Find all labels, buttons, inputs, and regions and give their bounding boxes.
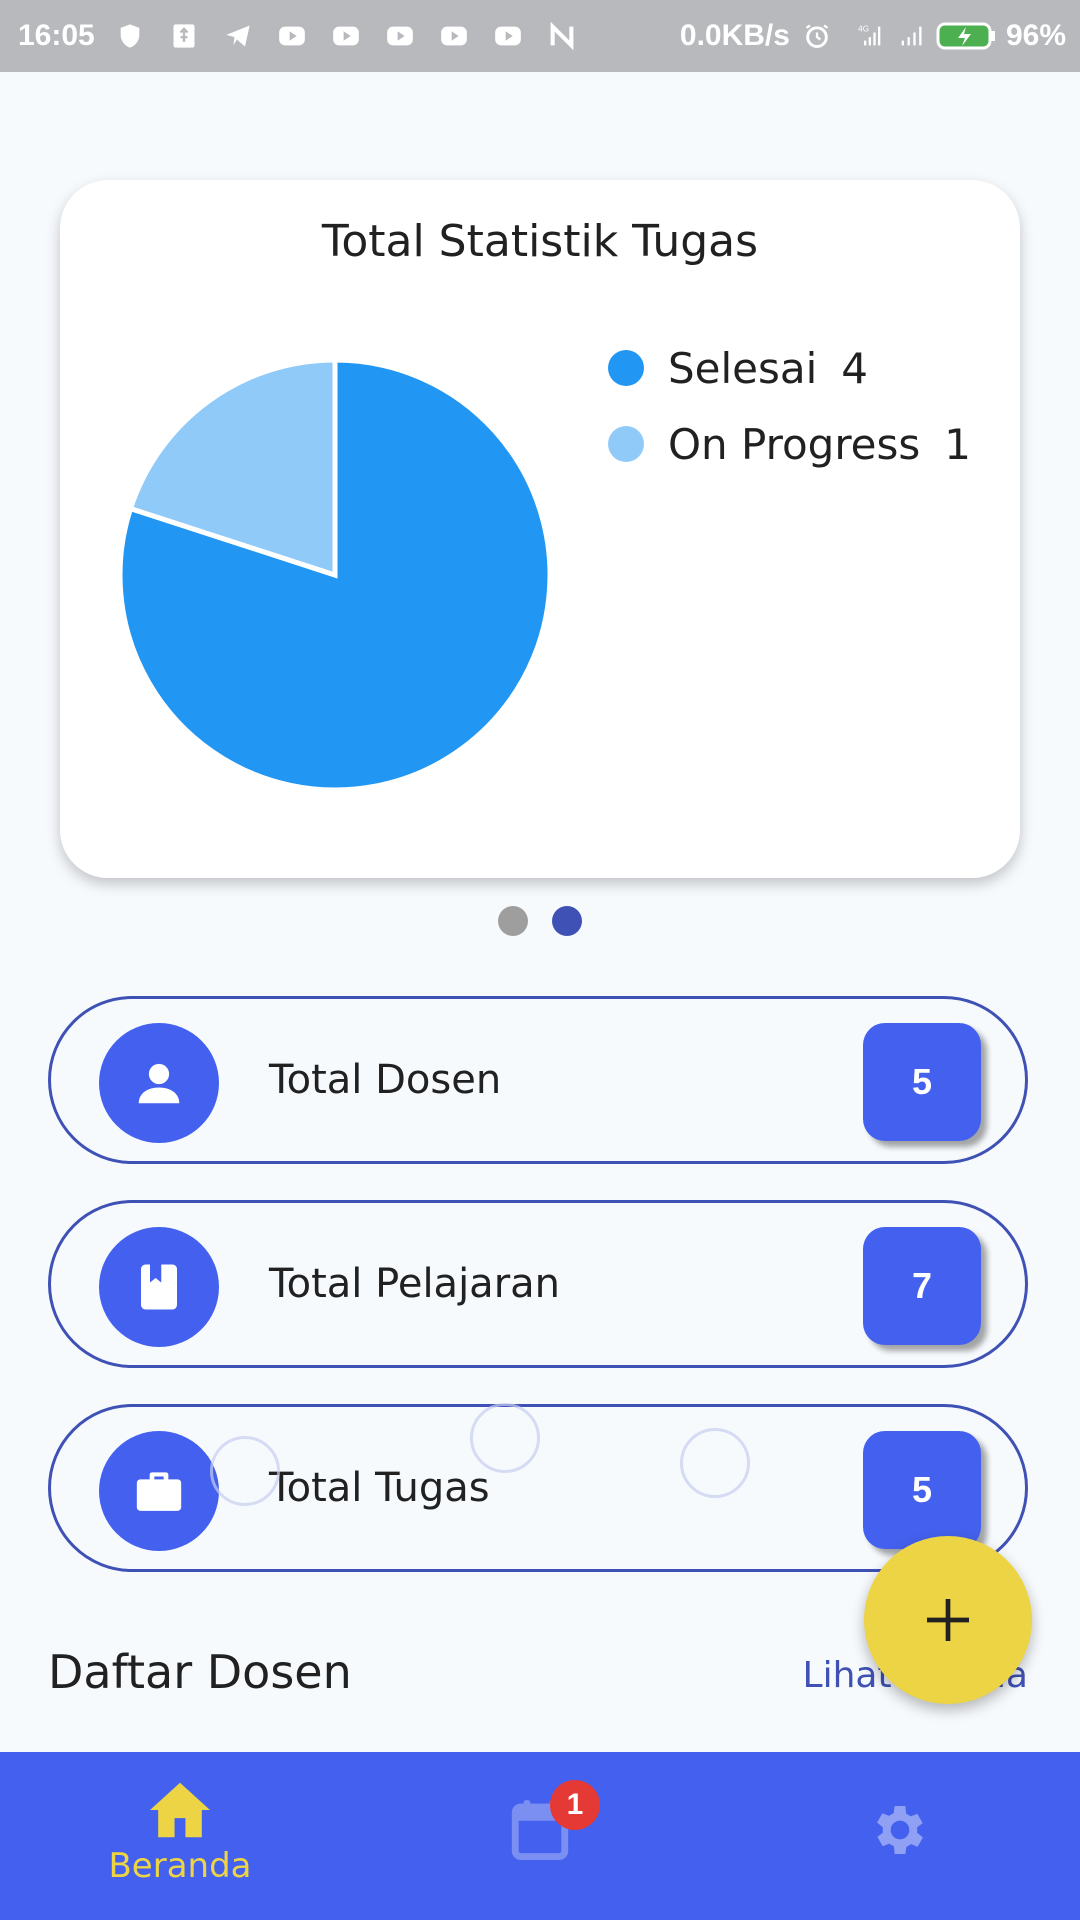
signal-icon (901, 26, 922, 46)
nav-item-settings[interactable] (840, 1752, 960, 1920)
stat-count: 5 (863, 1431, 981, 1549)
usb-icon (173, 24, 195, 48)
legend-item-selesai: Selesai 4 (608, 330, 971, 406)
ripple-decoration (210, 1436, 280, 1506)
briefcase-icon (99, 1431, 219, 1551)
legend-count: 4 (841, 343, 869, 393)
nav-item-beranda[interactable]: Beranda (100, 1752, 260, 1920)
carousel-dot[interactable] (498, 906, 528, 936)
battery-level: 96% (1005, 19, 1066, 52)
gear-icon (877, 1806, 923, 1854)
youtube-icon (440, 26, 467, 46)
stat-label: Total Tugas (269, 1465, 490, 1511)
alarm-icon (805, 24, 829, 48)
network-type: 4G (858, 24, 869, 33)
pie-chart (120, 360, 550, 790)
chart-legend: Selesai 4 On Progress 1 (608, 330, 971, 482)
carousel-indicator (0, 906, 1080, 936)
youtube-icon (494, 26, 521, 46)
signal-4g-icon: 4G (858, 24, 881, 46)
person-icon (99, 1023, 219, 1143)
legend-label: Selesai (668, 343, 818, 393)
section-title: Daftar Dosen (48, 1645, 352, 1699)
plus-icon (927, 1599, 969, 1641)
book-icon (99, 1227, 219, 1347)
youtube-icon (278, 26, 305, 46)
network-speed: 0.0KB/s (679, 19, 790, 52)
carousel-dot-active[interactable] (552, 906, 582, 936)
ripple-decoration (680, 1428, 750, 1498)
legend-swatch (608, 350, 644, 386)
home-icon (150, 1782, 210, 1838)
nfc-icon (550, 22, 574, 50)
stat-label: Total Pelajaran (269, 1261, 560, 1307)
stat-count: 5 (863, 1023, 981, 1141)
bottom-navigation: Beranda (0, 1752, 1080, 1920)
legend-count: 1 (944, 419, 972, 469)
stat-total-dosen[interactable]: Total Dosen 5 (48, 996, 1028, 1164)
telegram-icon (226, 25, 250, 47)
status-bar: 16:05 0.0KB/s 4G 96% (0, 0, 1080, 72)
ripple-decoration (470, 1403, 540, 1473)
statistics-card[interactable]: Total Statistik Tugas Selesai 4 On Progr… (60, 180, 1020, 878)
legend-item-on-progress: On Progress 1 (608, 406, 971, 482)
legend-label: On Progress (668, 419, 921, 469)
nav-label: Beranda (108, 1846, 252, 1886)
status-time: 16:05 (18, 19, 95, 52)
nav-item-calendar[interactable] (480, 1752, 600, 1920)
stat-label: Total Dosen (269, 1057, 502, 1103)
youtube-icon (332, 26, 359, 46)
notification-badge: 1 (550, 1780, 600, 1830)
shield-icon (120, 24, 140, 48)
chart-title: Total Statistik Tugas (321, 216, 759, 267)
legend-swatch (608, 426, 644, 462)
youtube-icon (386, 26, 413, 46)
stat-total-pelajaran[interactable]: Total Pelajaran 7 (48, 1200, 1028, 1368)
battery-icon (936, 22, 995, 50)
add-button[interactable] (864, 1536, 1032, 1704)
stat-count: 7 (863, 1227, 981, 1345)
